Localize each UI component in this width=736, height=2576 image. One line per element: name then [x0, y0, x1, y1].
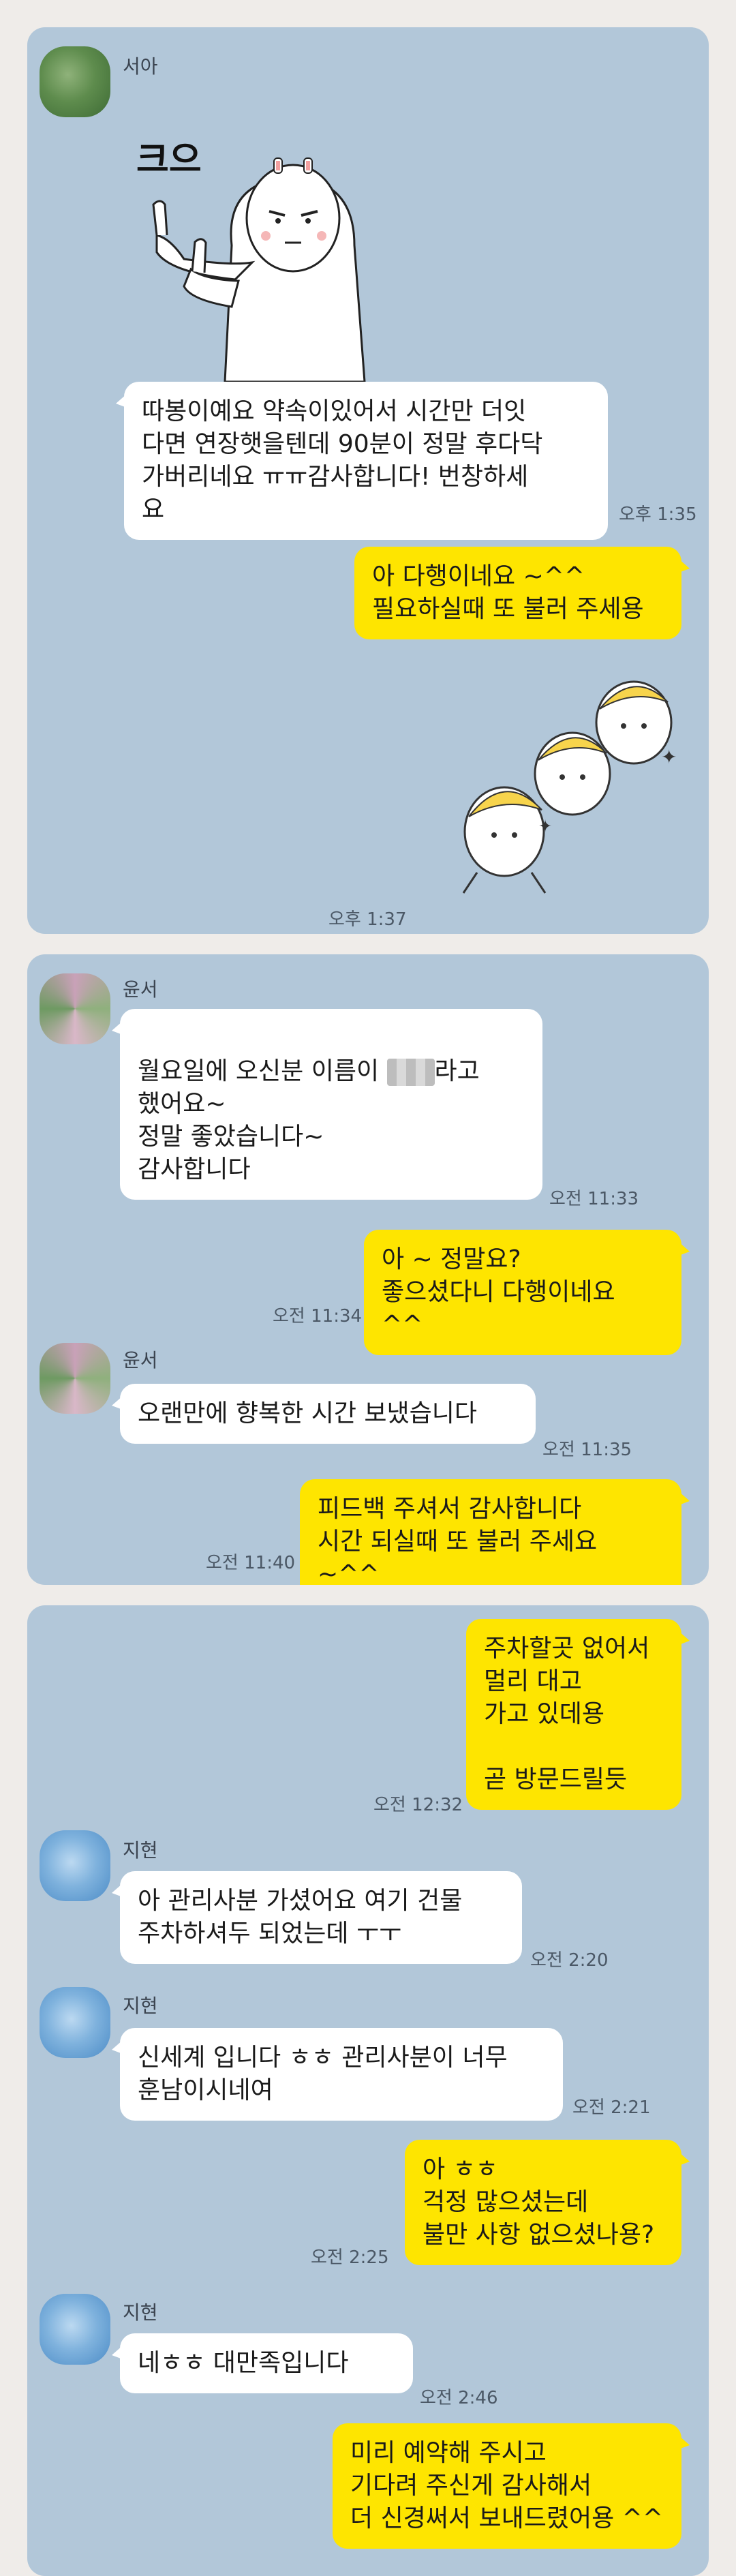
svg-text:✦: ✦ [538, 817, 552, 836]
message-time: 오전 11:33 [549, 1189, 639, 1209]
message-bubble-mine[interactable]: 미리 예약해 주시고 기다려 주신게 감사해서 더 신경써서 보내드렸어용 ^^ [333, 2423, 690, 2549]
message-bubble[interactable]: 신세계 입니다 ㅎㅎ 관리사분이 너무 훈남이시네여 [112, 2028, 563, 2121]
chat-panel-1: 서아 크으 따봉이예요 약속이있어서 시간만 더잇 다면 연장햇을텐데 90분이… [27, 27, 709, 934]
sender-name: 서아 [123, 55, 158, 78]
sender-name: 윤서 [123, 1349, 158, 1372]
message-time: 오전 2:25 [311, 2247, 389, 2268]
thumbs-up-sticker: 크으 [129, 102, 436, 389]
avatar[interactable] [40, 1343, 110, 1414]
message-text: 월요일에 오신분 이름이 [138, 1057, 387, 1085]
chat-panel-3: 주차할곳 없어서 멀리 대고 가고 있데용 곧 방문드릴듯 오전 12:32 지… [27, 1605, 709, 2576]
banana-characters-sticker: ✦ ✦ [436, 661, 688, 934]
message-time: 오후 1:35 [619, 504, 697, 525]
message-bubble-mine[interactable]: 아 ㅎㅎ 걱정 많으셨는데 불만 사항 없으셨나용? [405, 2140, 690, 2265]
message-bubble[interactable]: 아 관리사분 가셨어요 여기 건물 주차하셔두 되었는데 ㅜㅜ [112, 1871, 522, 1964]
sender-name: 윤서 [123, 978, 158, 1001]
message-bubble[interactable]: 따봉이예요 약속이있어서 시간만 더잇 다면 연장햇을텐데 90분이 정말 후다… [116, 382, 608, 540]
sender-name: 지현 [123, 1995, 158, 2017]
chat-panel-2: 윤서 월요일에 오신분 이름이 라고 했어요~ 정말 좋았습니다~ 감사합니다 … [27, 954, 709, 1585]
blurred-name [386, 1059, 435, 1086]
message-time: 오전 2:46 [420, 2388, 498, 2408]
message-time: 오전 11:40 [206, 1553, 296, 1573]
message-time: 오전 2:21 [572, 2097, 651, 2118]
message-time: 오전 2:20 [530, 1950, 609, 1971]
message-bubble[interactable]: 월요일에 오신분 이름이 라고 했어요~ 정말 좋았습니다~ 감사합니다 [112, 1009, 542, 1200]
message-time: 오전 11:35 [542, 1440, 632, 1460]
message-bubble-mine[interactable]: 주차할곳 없어서 멀리 대고 가고 있데용 곧 방문드릴듯 [466, 1619, 690, 1810]
message-time: 오후 1:37 [328, 909, 407, 930]
message-bubble-mine[interactable]: 아 ~ 정말요? 좋으셨다니 다행이네요 ^^ [364, 1230, 690, 1355]
message-bubble-mine[interactable]: 아 다행이네요 ~^^ 필요하실때 또 불러 주세용 [354, 547, 690, 639]
svg-text:✦: ✦ [661, 746, 677, 768]
sender-name: 지현 [123, 1839, 158, 1862]
sender-name: 지현 [123, 2301, 158, 2324]
avatar[interactable] [40, 2294, 110, 2365]
message-time: 오전 11:34 [273, 1306, 363, 1327]
avatar[interactable] [40, 973, 110, 1044]
avatar[interactable] [40, 1987, 110, 2058]
message-bubble[interactable]: 오랜만에 향복한 시간 보냈습니다 [112, 1384, 536, 1444]
avatar[interactable] [40, 46, 110, 117]
message-bubble[interactable]: 네ㅎㅎ 대만족입니다 [112, 2333, 413, 2393]
message-bubble-mine[interactable]: 피드백 주셔서 감사합니다 시간 되실때 또 불러 주세요 ~^^ [300, 1479, 690, 1585]
message-time: 오전 12:32 [373, 1795, 463, 1815]
sticker-caption: 크으 [136, 140, 202, 181]
avatar[interactable] [40, 1830, 110, 1901]
